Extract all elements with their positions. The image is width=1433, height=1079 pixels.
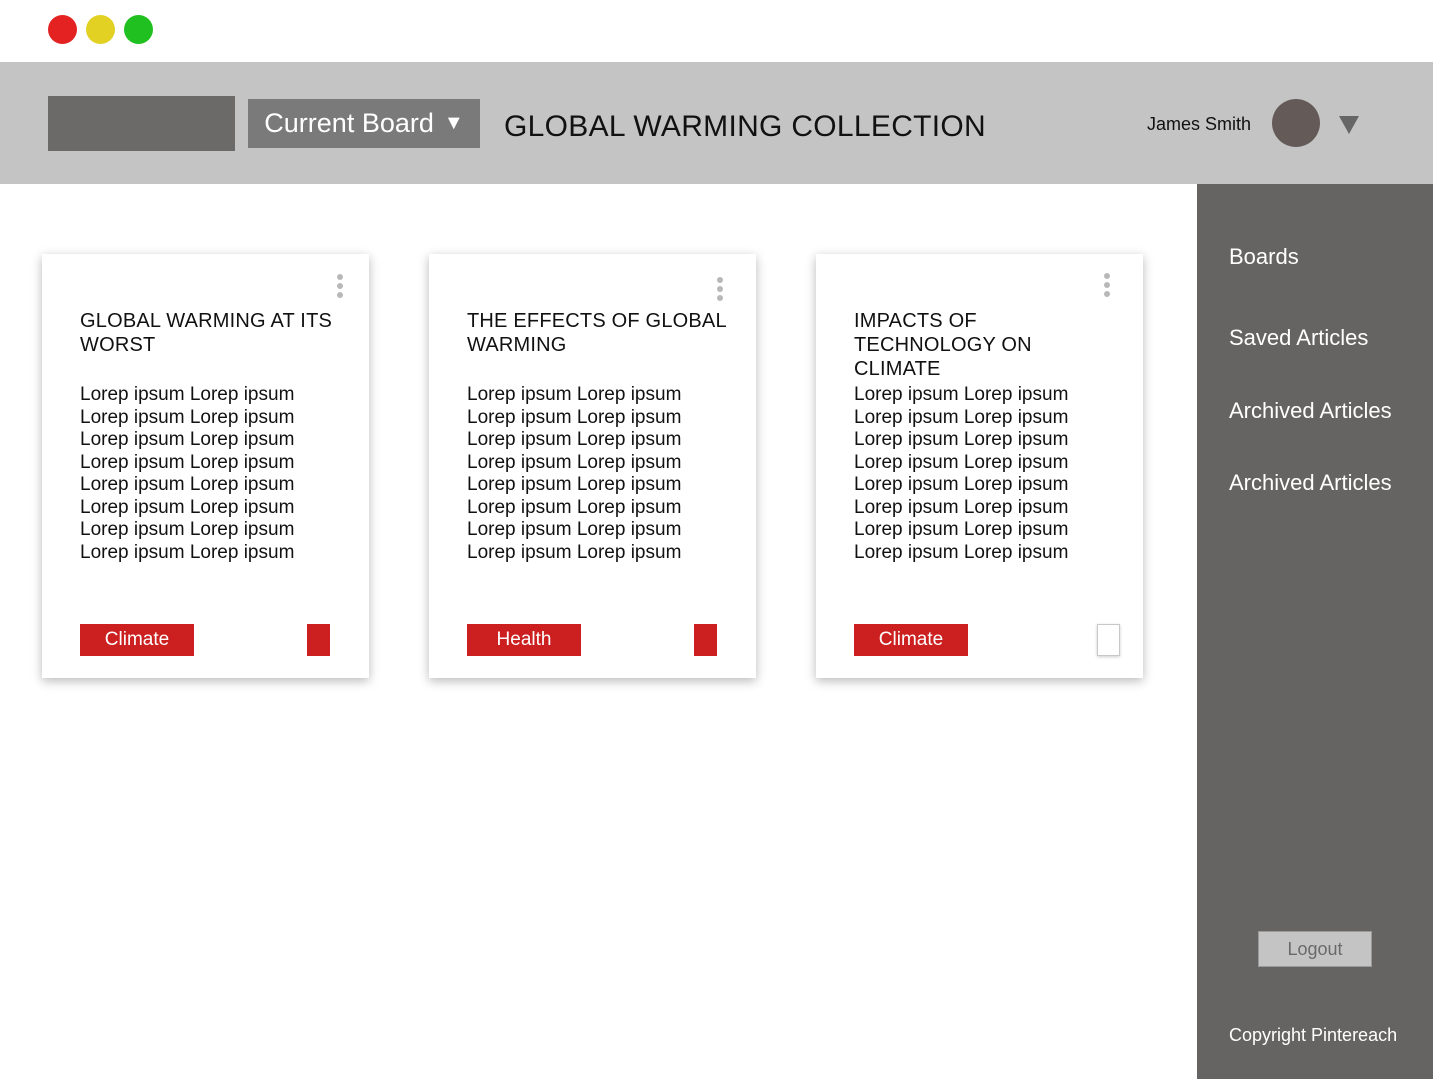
- minimize-window-button[interactable]: [86, 15, 115, 44]
- logo-placeholder: [48, 96, 235, 151]
- card-body-line: Lorep ipsum Lorep ipsum: [80, 384, 295, 405]
- card-body-line: Lorep ipsum Lorep ipsum: [467, 519, 682, 540]
- maximize-window-button[interactable]: [124, 15, 153, 44]
- card-body-line: Lorep ipsum Lorep ipsum: [467, 496, 682, 518]
- close-window-button[interactable]: [48, 15, 77, 44]
- card-body-line: Lorep ipsum Lorep ipsum: [80, 406, 295, 428]
- category-tag[interactable]: Climate: [80, 624, 194, 656]
- card-body-line: Lorep ipsum Lorep ipsum: [854, 429, 1069, 450]
- save-toggle[interactable]: [307, 624, 330, 656]
- sidebar-item-archived-articles-2[interactable]: Archived Articles: [1229, 470, 1392, 496]
- card-body-line: Lorep ipsum Lorep ipsum: [854, 451, 1069, 473]
- card-title: GLOBAL WARMING AT ITS WORST: [80, 310, 333, 356]
- card-body-line: Lorep ipsum Lorep ipsum: [854, 406, 1069, 428]
- card-title: THE EFFECTS OF GLOBAL WARMING: [467, 310, 727, 356]
- sidebar: Boards Saved Articles Archived Articles …: [1197, 184, 1433, 1079]
- article-card[interactable]: THE EFFECTS OF GLOBAL WARMING Lorep ipsu…: [429, 254, 756, 678]
- card-body-line: Lorep ipsum Lorep ipsum: [467, 384, 682, 405]
- card-body-line: Lorep ipsum Lorep ipsum: [80, 451, 295, 473]
- app-window: Current Board ▼ GLOBAL WARMING COLLECTIO…: [0, 0, 1433, 1079]
- card-body: Lorep ipsum Lorep ipsum Lorep ipsum Lore…: [854, 384, 1114, 564]
- category-tag[interactable]: Health: [467, 624, 581, 656]
- card-title: IMPACTS OF TECHNOLOGY ON CLIMATE: [854, 310, 1032, 380]
- card-body-line: Lorep ipsum Lorep ipsum: [854, 474, 1069, 495]
- window-controls: [48, 15, 153, 44]
- card-body-line: Lorep ipsum Lorep ipsum: [80, 541, 295, 563]
- avatar[interactable]: [1272, 99, 1320, 147]
- card-body: Lorep ipsum Lorep ipsum Lorep ipsum Lore…: [80, 384, 340, 564]
- card-body-line: Lorep ipsum Lorep ipsum: [854, 519, 1069, 540]
- current-board-label: Current Board: [264, 108, 434, 138]
- kebab-menu-icon[interactable]: [716, 277, 723, 301]
- save-toggle[interactable]: [694, 624, 717, 656]
- kebab-menu-icon[interactable]: [1103, 273, 1110, 297]
- user-menu-caret-icon[interactable]: [1339, 116, 1359, 134]
- sidebar-item-archived-articles[interactable]: Archived Articles: [1229, 398, 1392, 424]
- copyright-text: Copyright Pintereach: [1229, 1025, 1398, 1045]
- kebab-menu-icon[interactable]: [336, 274, 343, 298]
- sidebar-item-boards[interactable]: Boards: [1229, 244, 1299, 270]
- logout-button[interactable]: Logout: [1258, 931, 1372, 967]
- caret-down-icon: ▼: [443, 112, 464, 134]
- card-body-line: Lorep ipsum Lorep ipsum: [467, 451, 682, 473]
- article-card[interactable]: IMPACTS OF TECHNOLOGY ON CLIMATE Lorep i…: [816, 254, 1143, 678]
- article-card[interactable]: GLOBAL WARMING AT ITS WORST Lorep ipsum …: [42, 254, 369, 678]
- top-header: Current Board ▼ GLOBAL WARMING COLLECTIO…: [0, 62, 1433, 184]
- card-body: Lorep ipsum Lorep ipsum Lorep ipsum Lore…: [467, 384, 727, 564]
- card-body-line: Lorep ipsum Lorep ipsum: [467, 474, 682, 495]
- card-body-line: Lorep ipsum Lorep ipsum: [467, 429, 682, 450]
- card-body-line: Lorep ipsum Lorep ipsum: [80, 429, 295, 450]
- card-body-line: Lorep ipsum Lorep ipsum: [80, 496, 295, 518]
- card-body-line: Lorep ipsum Lorep ipsum: [854, 541, 1069, 563]
- page-title: GLOBAL WARMING COLLECTION: [504, 110, 987, 143]
- save-toggle[interactable]: [1097, 624, 1120, 656]
- card-body-line: Lorep ipsum Lorep ipsum: [854, 384, 1069, 405]
- card-body-line: Lorep ipsum Lorep ipsum: [854, 496, 1069, 518]
- card-body-line: Lorep ipsum Lorep ipsum: [80, 519, 295, 540]
- card-body-line: Lorep ipsum Lorep ipsum: [467, 406, 682, 428]
- user-name: James Smith: [1147, 114, 1252, 134]
- sidebar-item-saved-articles[interactable]: Saved Articles: [1229, 325, 1368, 351]
- category-tag[interactable]: Climate: [854, 624, 968, 656]
- current-board-dropdown[interactable]: Current Board ▼: [248, 99, 480, 148]
- card-body-line: Lorep ipsum Lorep ipsum: [80, 474, 295, 495]
- card-body-line: Lorep ipsum Lorep ipsum: [467, 541, 682, 563]
